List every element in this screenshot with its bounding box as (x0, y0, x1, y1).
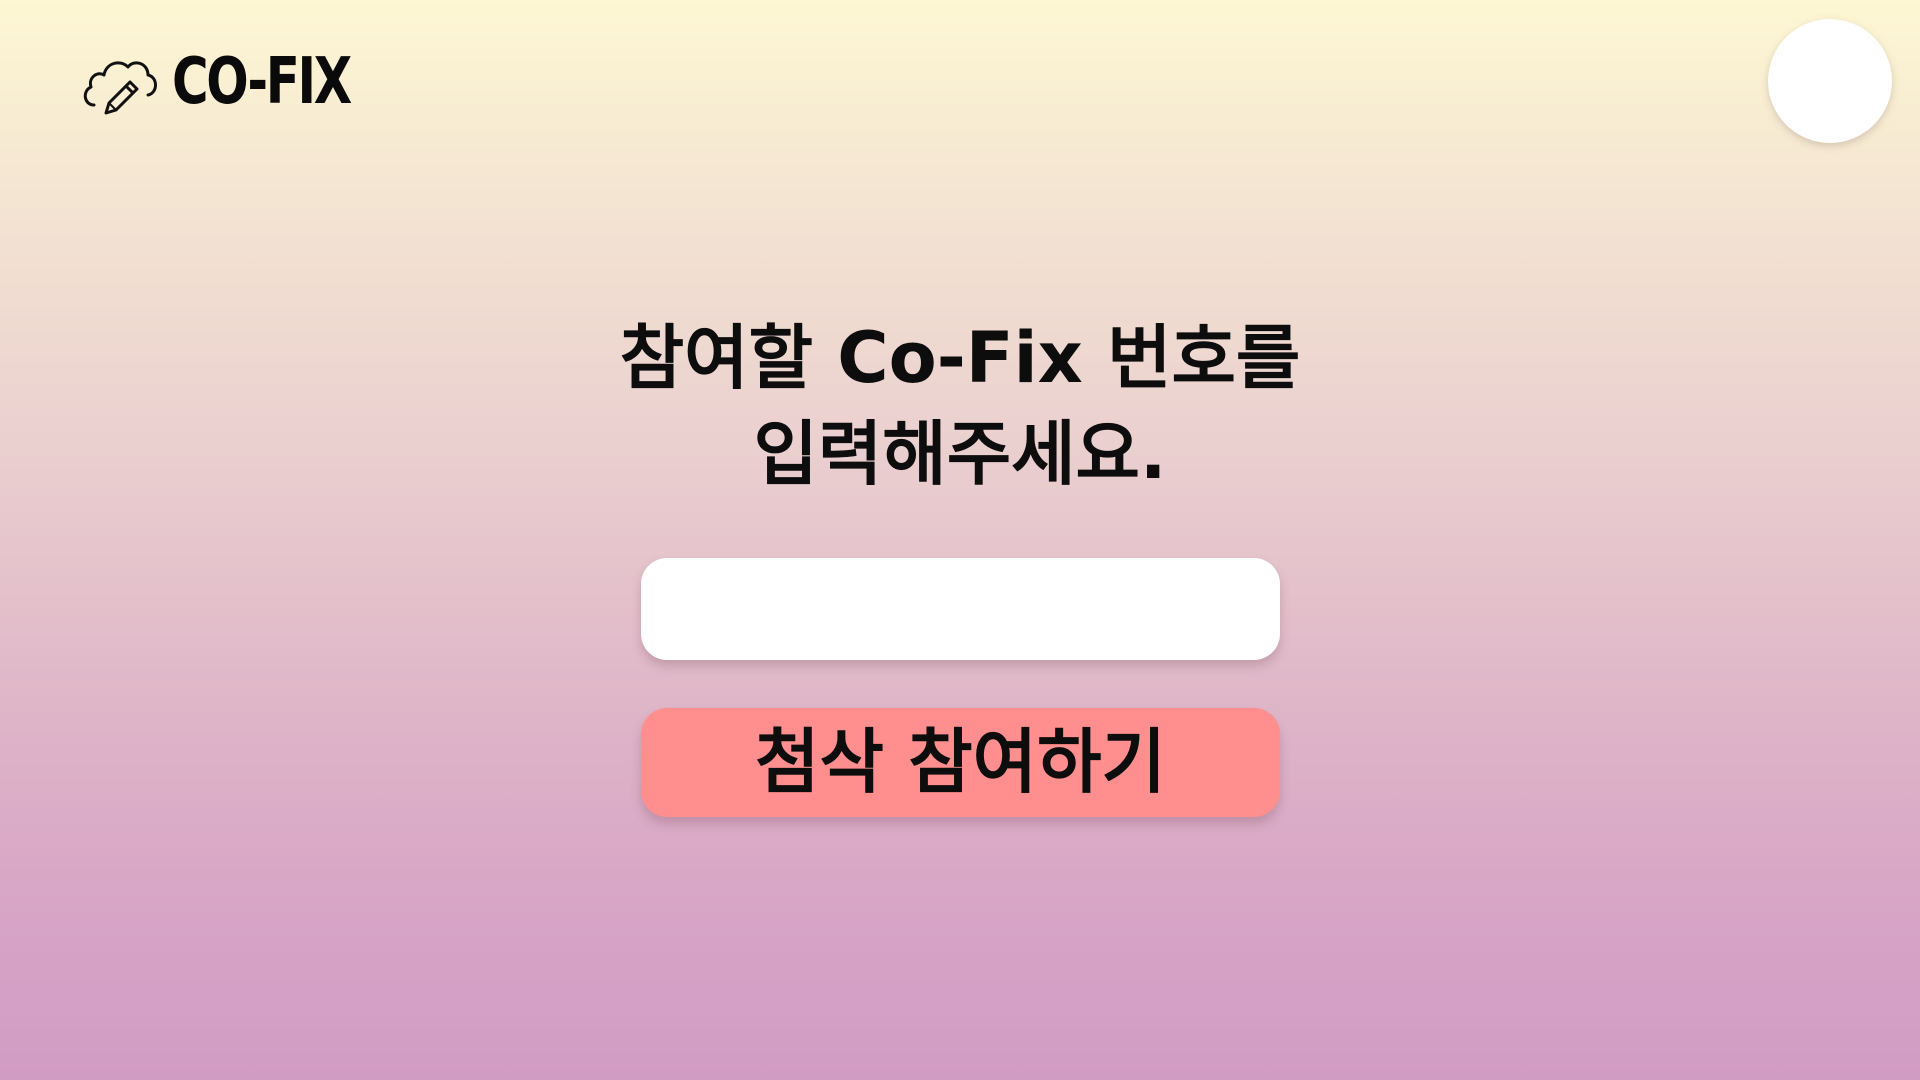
cloud-pencil-icon (80, 47, 160, 117)
user-avatar[interactable] (1768, 19, 1892, 143)
title-line-2: 입력해주세요. (753, 413, 1167, 495)
page-title: 참여할 Co-Fix 번호를 입력해주세요. (560, 310, 1360, 502)
join-review-button[interactable]: 첨삭 참여하기 (641, 708, 1280, 817)
header: CO-FIX (0, 0, 1920, 160)
logo[interactable]: CO-FIX (80, 42, 400, 122)
cofix-code-input[interactable] (641, 558, 1280, 660)
logo-text: CO-FIX (172, 45, 352, 119)
title-line-1: 참여할 Co-Fix 번호를 (619, 317, 1301, 399)
